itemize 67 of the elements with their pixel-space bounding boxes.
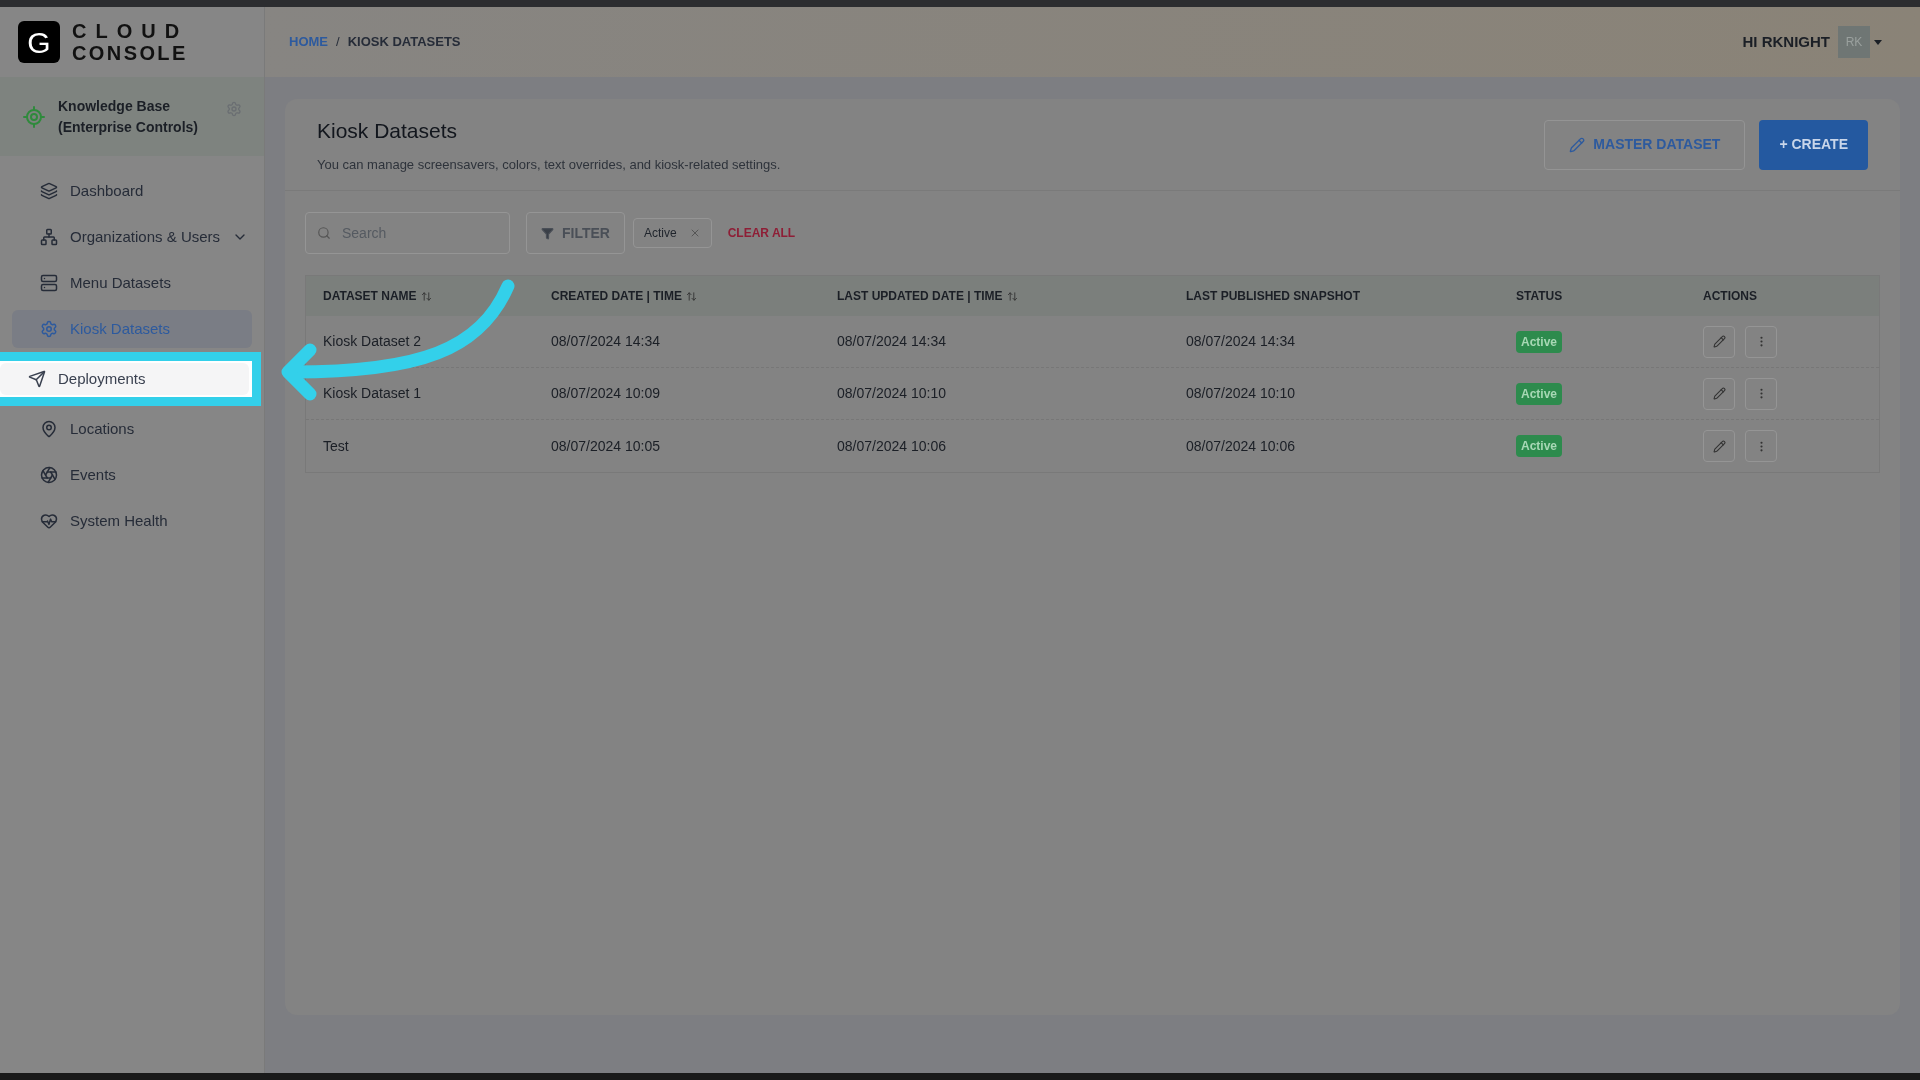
table-cell-text: 08/07/2024 14:34 [1186,332,1296,351]
pencil-icon [1712,335,1726,348]
caret-icon[interactable] [1874,39,1882,45]
aperture-icon [40,466,58,484]
breadcrumb-separator: / [336,33,340,52]
column-header: STATUS [1516,288,1563,305]
column-header: LAST UPDATED DATE | TIME [837,288,1003,305]
page-description: You can manage screensavers, colors, text overrides, and kiosk-related settings. [317,155,781,174]
sort-icon[interactable] [1006,290,1018,302]
user-greeting: HI RKNIGHT [1742,31,1830,52]
more-button[interactable] [1745,325,1777,358]
edit-button[interactable] [1703,325,1735,358]
clear-all-link[interactable]: CLEAR ALL [727,224,796,242]
table-cell-text: 08/07/2024 10:06 [837,436,947,456]
table-cell-text: Kiosk Dataset 2 [323,332,423,351]
sidebar-item[interactable]: System Health [12,502,252,540]
gear-icon [40,320,58,338]
logo-mark: G [18,21,60,63]
edit-button[interactable] [1703,430,1735,462]
filter-button[interactable]: FILTER [526,212,625,254]
workspace-subtitle: (Enterprise Controls) [58,117,199,137]
table-cell-text: 08/07/2024 14:34 [837,332,947,351]
table-cell-text: Kiosk Dataset 1 [323,384,423,403]
sidebar-item[interactable]: Menu Datasets [12,264,252,302]
table-cell-text: 08/07/2024 10:06 [1186,436,1296,456]
sidebar-item[interactable]: Events [12,456,252,494]
more-button[interactable] [1745,430,1777,462]
filter-chip[interactable]: Active [632,218,712,248]
sidebar-item[interactable]: Locations [12,410,252,448]
status-badge: Active [1516,330,1563,353]
table-cell-text: 08/07/2024 10:10 [1186,384,1296,403]
sidebar-item[interactable]: Deployments [0,363,249,395]
logo-text: CLOUD [72,20,189,42]
pencil-icon [1712,387,1726,400]
column-header: CREATED DATE | TIME [551,288,682,305]
table-cell-text: Test [323,436,350,456]
sidebar-item[interactable]: Dashboard [12,172,252,210]
layers-icon [40,182,58,200]
sort-icon[interactable] [420,290,432,302]
sort-icon[interactable] [685,290,697,302]
breadcrumb-current: KIOSK DATASETS [347,33,461,52]
column-header: ACTIONS [1703,288,1757,305]
logo-text: CONSOLE [72,42,189,64]
table-cell-text: 08/07/2024 10:09 [551,384,661,403]
sidebar-item[interactable]: Organizations & Users [12,218,252,256]
heart-pulse-icon [40,512,58,530]
column-header: LAST PUBLISHED SNAPSHOT [1186,288,1360,305]
paper-plane-icon [28,370,46,388]
server-icon [40,274,58,292]
location-target-icon [22,104,46,129]
create-button[interactable]: + CREATE [1759,119,1868,170]
workspace-name: Knowledge Base [58,96,172,116]
table-cell-text: 08/07/2024 14:34 [551,332,661,351]
page-title: Kiosk Datasets [317,118,459,144]
table-cell-text: 08/07/2024 10:05 [551,436,661,456]
edit-button[interactable] [1703,377,1735,410]
column-header: DATASET NAME [323,288,417,305]
map-pin-icon [40,420,58,438]
filter-icon [541,226,554,240]
more-button[interactable] [1745,377,1777,410]
status-badge: Active [1516,435,1563,457]
hierarchy-icon [40,228,58,246]
pencil-icon [1712,439,1726,453]
pencil-icon [1569,136,1586,153]
search-icon [317,226,331,240]
table-cell-text: 08/07/2024 10:10 [837,384,947,403]
status-badge: Active [1516,382,1563,405]
